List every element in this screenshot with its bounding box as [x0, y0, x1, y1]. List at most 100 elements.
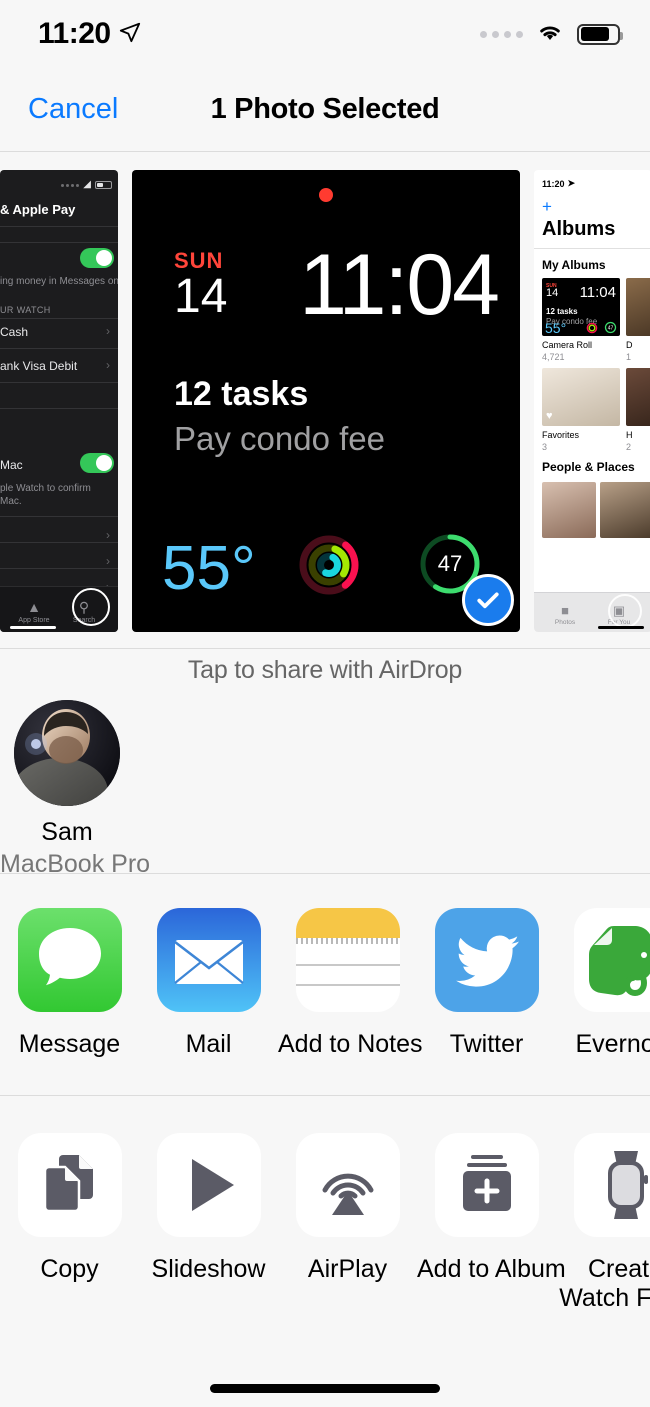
app-store-icon: ▲: [27, 599, 41, 615]
toggle-switch[interactable]: [80, 248, 114, 268]
heart-icon: ♥: [546, 410, 553, 422]
status-bar: 11:20: [0, 0, 650, 68]
preview-title: & Apple Pay: [0, 202, 76, 217]
share-app-mail[interactable]: Mail: [139, 908, 278, 1059]
preview-thumbnail-watch-face[interactable]: SUN 14 11:04 12 tasks Pay condo fee 55°: [132, 170, 520, 632]
mail-icon: [156, 908, 261, 1012]
messages-icon: [17, 908, 122, 1012]
home-indicator: [10, 626, 56, 629]
wifi-icon: [535, 21, 565, 48]
watch-tasks-subtitle: Pay condo fee: [174, 420, 385, 457]
share-app-evernote[interactable]: Evernote: [556, 908, 650, 1059]
play-icon: [156, 1133, 261, 1237]
add-to-album-icon: [434, 1133, 539, 1237]
share-apps-row[interactable]: Message Mail Add to Notes Twitter Everno: [0, 908, 650, 1059]
airdrop-hint: Tap to share with AirDrop: [187, 656, 463, 684]
preview-caption: ing money in Messages on: [0, 276, 118, 287]
album-label: Camera Roll: [542, 340, 593, 350]
preview-status-bar: ◢: [61, 180, 112, 190]
twitter-icon: [434, 908, 539, 1012]
preview-title: Albums: [542, 218, 616, 240]
share-sheet-screen: 11:20 1 Photo Selected Cancel ◢ & Apple …: [0, 0, 650, 1407]
location-arrow-icon: ➤: [567, 178, 576, 188]
tap-highlight-ring: [608, 594, 642, 628]
svg-text:47: 47: [608, 326, 614, 332]
status-bar-left: 11:20: [38, 17, 141, 51]
album-label: Favorites: [542, 430, 580, 440]
share-action-label: Slideshow: [151, 1255, 266, 1283]
photos-icon: ■: [561, 603, 569, 618]
preview-thumbnail-apple-pay[interactable]: ◢ & Apple Pay ing money in Messages on U…: [0, 170, 118, 632]
share-action-create-watch-face[interactable]: Create Watch Face: [556, 1133, 650, 1313]
album-count: 2: [626, 442, 632, 452]
home-indicator: [598, 626, 644, 629]
share-action-label: Create Watch Face: [559, 1255, 650, 1312]
watch-tasks-title: 12 tasks: [174, 375, 309, 413]
toggle-switch[interactable]: [80, 453, 114, 473]
wifi-icon: ◢: [83, 179, 91, 190]
preview-carousel[interactable]: ◢ & Apple Pay ing money in Messages on U…: [0, 170, 650, 635]
cellular-dots-icon: [480, 30, 523, 38]
preview-group-header: UR WATCH: [0, 305, 51, 315]
share-app-label: Add to Notes: [278, 1030, 423, 1058]
share-action-copy[interactable]: Copy: [0, 1133, 139, 1313]
share-action-slideshow[interactable]: Slideshow: [139, 1133, 278, 1313]
people-thumbnail: [600, 482, 650, 538]
share-app-label: Twitter: [449, 1030, 524, 1058]
album-count: 3: [542, 442, 548, 452]
divider: [0, 1095, 650, 1096]
evernote-icon: [573, 908, 650, 1012]
share-app-message[interactable]: Message: [0, 908, 139, 1059]
notes-icon: [295, 908, 400, 1012]
apple-watch-icon: [573, 1133, 650, 1237]
share-action-label: Copy: [40, 1255, 99, 1283]
activity-rings-icon: [586, 322, 598, 334]
home-indicator[interactable]: [210, 1384, 440, 1393]
watch-date: 14: [174, 270, 228, 323]
people-thumbnail: [542, 482, 596, 538]
share-sheet-header: 1 Photo Selected Cancel: [0, 68, 650, 152]
album-count: 1: [626, 352, 632, 362]
watch-temperature: 55°: [162, 534, 256, 603]
airplay-icon: [295, 1133, 400, 1237]
album-label: D: [626, 340, 633, 350]
preview-caption: ple Watch to confirm: [0, 483, 91, 494]
share-action-airplay[interactable]: AirPlay: [278, 1133, 417, 1313]
divider: [0, 648, 650, 649]
share-app-notes[interactable]: Add to Notes: [278, 908, 423, 1059]
share-actions-row[interactable]: Copy Slideshow AirPlay Add to Album Crea…: [0, 1133, 650, 1313]
watch-score-complication: 47: [604, 321, 617, 334]
battery-icon: [95, 181, 112, 189]
preview-thumbnail-photos-albums[interactable]: 11:20 ➤ + Albums My Albums SUN 14 11:04 …: [534, 170, 650, 632]
activity-rings-icon: [298, 534, 360, 596]
airdrop-contact-device: MacBook Pro: [0, 850, 151, 878]
preview-caption: Mac.: [0, 496, 22, 507]
preview-row-cash: Cash: [0, 325, 29, 339]
location-arrow-icon: [119, 21, 141, 48]
preview-tab-photos: ■ Photos: [544, 604, 586, 626]
divider: [0, 873, 650, 874]
selected-checkmark-icon[interactable]: [462, 574, 514, 626]
album-count: 4,721: [542, 352, 565, 362]
cancel-button[interactable]: Cancel: [28, 93, 118, 126]
album-thumbnail-favorites: ♥: [542, 368, 620, 426]
album-thumbnail-fourth: [626, 368, 650, 426]
notification-dot-icon: [319, 188, 333, 202]
album-thumbnail-camera-roll: SUN 14 11:04 12 tasks Pay condo fee 55° …: [542, 278, 620, 336]
share-app-label: Evernote: [575, 1030, 650, 1058]
preview-status-bar: 11:20 ➤: [542, 178, 576, 189]
share-action-label: Add to Album: [417, 1255, 566, 1283]
share-action-label: AirPlay: [307, 1255, 388, 1283]
preview-section-my-albums: My Albums: [542, 258, 606, 272]
status-bar-clock: 11:20: [38, 17, 111, 50]
share-app-label: Message: [18, 1030, 121, 1058]
share-action-add-to-album[interactable]: Add to Album: [417, 1133, 566, 1313]
tap-highlight-ring: [72, 588, 110, 626]
share-app-twitter[interactable]: Twitter: [417, 908, 556, 1059]
preview-row-visa: ank Visa Debit: [0, 359, 78, 373]
airdrop-contact-sam[interactable]: Sam MacBook Pro: [0, 700, 150, 879]
album-thumbnail-second: [626, 278, 650, 336]
status-bar-right: [480, 21, 623, 48]
preview-section-people-places: People & Places: [542, 460, 635, 474]
battery-icon: [577, 23, 623, 45]
